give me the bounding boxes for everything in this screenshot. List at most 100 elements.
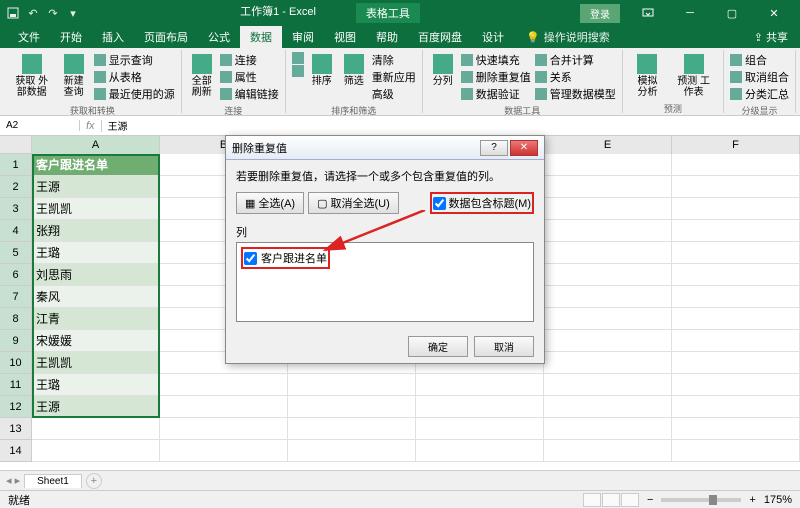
group-button[interactable]: 组合 [730, 52, 789, 68]
sort-az-button[interactable] [292, 52, 304, 64]
tab-insert[interactable]: 插入 [92, 26, 134, 48]
row-header-9[interactable]: 9 [0, 330, 32, 352]
col-header-E[interactable]: E [544, 136, 672, 154]
cell-E3[interactable] [544, 198, 672, 220]
dialog-help-icon[interactable]: ? [480, 140, 508, 156]
row-header-11[interactable]: 11 [0, 374, 32, 396]
col-header-F[interactable]: F [672, 136, 800, 154]
cell-F5[interactable] [672, 242, 800, 264]
cell-A13[interactable] [32, 418, 160, 440]
row-header-13[interactable]: 13 [0, 418, 32, 440]
row-header-12[interactable]: 12 [0, 396, 32, 418]
ribbon-options-icon[interactable] [628, 3, 668, 23]
tab-pagelayout[interactable]: 页面布局 [134, 26, 198, 48]
row-header-8[interactable]: 8 [0, 308, 32, 330]
formula-input[interactable]: 王源 [102, 118, 800, 133]
connections-button[interactable]: 连接 [220, 52, 279, 68]
page-break-view-button[interactable] [621, 493, 639, 507]
subtotal-button[interactable]: 分类汇总 [730, 86, 789, 102]
cell-B11[interactable] [160, 374, 288, 396]
cell-D12[interactable] [416, 396, 544, 418]
cell-A3[interactable]: 王凯凯 [32, 198, 160, 220]
cell-E5[interactable] [544, 242, 672, 264]
clear-button[interactable]: 清除 [372, 52, 416, 68]
save-icon[interactable] [6, 6, 20, 20]
remove-duplicates-button[interactable]: 删除重复值 [461, 69, 531, 85]
cell-E6[interactable] [544, 264, 672, 286]
qat-dropdown-icon[interactable]: ▾ [66, 6, 80, 20]
from-table-button[interactable]: 从表格 [94, 69, 175, 85]
share-button[interactable]: ⇪共享 [742, 26, 800, 48]
edit-links-button[interactable]: 编辑链接 [220, 86, 279, 102]
tab-file[interactable]: 文件 [8, 26, 50, 48]
headers-checkbox-input[interactable] [433, 197, 446, 210]
cell-A7[interactable]: 秦风 [32, 286, 160, 308]
cell-E7[interactable] [544, 286, 672, 308]
refresh-all-button[interactable]: 全部刷新 [188, 52, 216, 100]
zoom-in-button[interactable]: + [749, 494, 755, 506]
cell-F12[interactable] [672, 396, 800, 418]
cell-A12[interactable]: 王源 [32, 396, 160, 418]
dialog-close-icon[interactable]: ✕ [510, 140, 538, 156]
cell-A9[interactable]: 宋媛媛 [32, 330, 160, 352]
cell-A11[interactable]: 王璐 [32, 374, 160, 396]
advanced-button[interactable]: 高级 [372, 86, 416, 102]
tab-help[interactable]: 帮助 [366, 26, 408, 48]
col-header-A[interactable]: A [32, 136, 160, 154]
cell-D14[interactable] [416, 440, 544, 462]
tab-data[interactable]: 数据 [240, 26, 282, 48]
cell-F3[interactable] [672, 198, 800, 220]
cell-F9[interactable] [672, 330, 800, 352]
fx-icon[interactable]: fx [80, 120, 102, 132]
cell-A10[interactable]: 王凯凯 [32, 352, 160, 374]
row-header-6[interactable]: 6 [0, 264, 32, 286]
cell-F10[interactable] [672, 352, 800, 374]
login-button[interactable]: 登录 [580, 4, 620, 23]
cell-B13[interactable] [160, 418, 288, 440]
cell-E8[interactable] [544, 308, 672, 330]
tab-design[interactable]: 设计 [472, 26, 514, 48]
sheet-nav[interactable]: ◂ ▸ [6, 474, 20, 487]
ungroup-button[interactable]: 取消组合 [730, 69, 789, 85]
sort-button[interactable]: 排序 [308, 52, 336, 89]
cell-E9[interactable] [544, 330, 672, 352]
flash-fill-button[interactable]: 快速填充 [461, 52, 531, 68]
zoom-slider[interactable] [661, 498, 741, 502]
cell-F1[interactable] [672, 154, 800, 176]
tab-home[interactable]: 开始 [50, 26, 92, 48]
page-layout-view-button[interactable] [602, 493, 620, 507]
ok-button[interactable]: 确定 [408, 336, 468, 357]
cell-C12[interactable] [288, 396, 416, 418]
row-header-7[interactable]: 7 [0, 286, 32, 308]
cell-A4[interactable]: 张翔 [32, 220, 160, 242]
cell-F11[interactable] [672, 374, 800, 396]
cell-D11[interactable] [416, 374, 544, 396]
new-query-button[interactable]: 新建 查询 [58, 52, 90, 100]
properties-button[interactable]: 属性 [220, 69, 279, 85]
row-header-10[interactable]: 10 [0, 352, 32, 374]
get-external-data-button[interactable]: 获取 外部数据 [10, 52, 54, 100]
row-header-2[interactable]: 2 [0, 176, 32, 198]
cell-A2[interactable]: 王源 [32, 176, 160, 198]
forecast-sheet-button[interactable]: 预测 工作表 [670, 52, 717, 100]
column-item[interactable]: 客户跟进名单 [244, 250, 327, 266]
cell-E11[interactable] [544, 374, 672, 396]
zoom-out-button[interactable]: − [647, 494, 653, 506]
row-header-3[interactable]: 3 [0, 198, 32, 220]
cell-B14[interactable] [160, 440, 288, 462]
show-queries-button[interactable]: 显示查询 [94, 52, 175, 68]
cell-F8[interactable] [672, 308, 800, 330]
dialog-titlebar[interactable]: 删除重复值 ? ✕ [226, 136, 544, 160]
undo-icon[interactable]: ↶ [26, 6, 40, 20]
row-header-1[interactable]: 1 [0, 154, 32, 176]
cell-E1[interactable] [544, 154, 672, 176]
cell-E13[interactable] [544, 418, 672, 440]
tab-formulas[interactable]: 公式 [198, 26, 240, 48]
row-header-5[interactable]: 5 [0, 242, 32, 264]
tell-me-search[interactable]: 💡操作说明搜索 [526, 26, 610, 48]
zoom-thumb[interactable] [709, 495, 717, 505]
cell-F14[interactable] [672, 440, 800, 462]
tab-review[interactable]: 审阅 [282, 26, 324, 48]
headers-checkbox[interactable]: 数据包含标题(M) [433, 195, 532, 211]
whatif-button[interactable]: 模拟分析 [629, 52, 666, 100]
